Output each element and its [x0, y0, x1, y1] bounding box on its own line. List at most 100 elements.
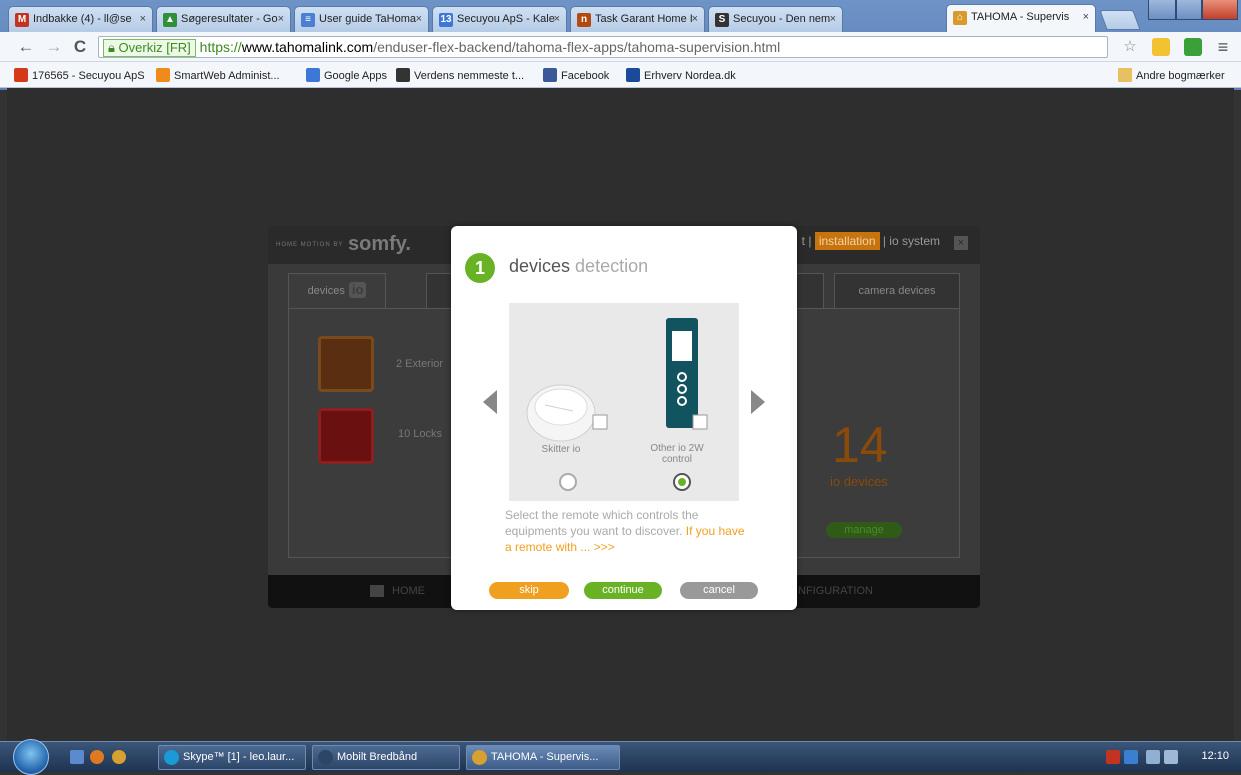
- address-bar[interactable]: 🔒︎ Overkiz [FR] https://www.tahomalink.c…: [98, 36, 1108, 58]
- tab-hidden-2[interactable]: [796, 273, 824, 308]
- close-icon[interactable]: ×: [140, 13, 146, 25]
- tab-secuyou[interactable]: S Secuyou - Den nem ×: [708, 6, 843, 32]
- taskbar-label: Skype™ [1] - leo.laur...: [183, 751, 295, 763]
- other-bookmarks-label: Andre bogmærker: [1136, 70, 1225, 82]
- dialog-instructions: Select the remote which controls the equ…: [505, 507, 745, 555]
- forward-button[interactable]: →: [44, 37, 64, 57]
- back-button[interactable]: ←: [16, 37, 36, 57]
- other-bookmarks[interactable]: Andre bogmærker: [1118, 68, 1225, 82]
- next-arrow-icon[interactable]: [751, 390, 765, 414]
- star-icon[interactable]: ☆: [1121, 38, 1139, 56]
- io-badge: io: [348, 282, 367, 298]
- firefox-icon[interactable]: [90, 750, 104, 764]
- footer-config-label[interactable]: NFIGURATION: [798, 585, 873, 597]
- skitter-device-icon: [526, 384, 608, 442]
- minimize-button[interactable]: [1148, 0, 1176, 20]
- bookmark-label: SmartWeb Administ...: [174, 70, 280, 82]
- window-close-button[interactable]: [1202, 0, 1238, 20]
- taskbar-label: Mobilt Bredbånd: [337, 751, 418, 763]
- tahoma-icon: ⌂: [953, 11, 967, 25]
- manage-button[interactable]: manage: [826, 522, 902, 538]
- tray-network-icon[interactable]: [1146, 750, 1160, 764]
- bookmark-facebook[interactable]: Facebook: [543, 68, 609, 82]
- footer-home-label[interactable]: HOME: [392, 585, 425, 597]
- bookmark-label: Verdens nemmeste t...: [414, 70, 525, 82]
- close-icon[interactable]: ×: [1083, 11, 1089, 23]
- extension-icon[interactable]: [1152, 38, 1170, 56]
- tab-gmail[interactable]: M Indbakke (4) - ll@se ×: [8, 6, 153, 32]
- nav-installation[interactable]: installation: [814, 232, 880, 250]
- tab-label: Indbakke (4) - ll@se: [33, 13, 132, 25]
- docs-icon: ≡: [301, 13, 315, 27]
- ssl-label: Overkiz [FR]: [118, 40, 191, 55]
- taskbar-label: TAHOMA - Supervis...: [491, 751, 599, 763]
- tray-flag-icon[interactable]: [1106, 750, 1120, 764]
- tray-app-icon[interactable]: [1124, 750, 1138, 764]
- lock-device-icon[interactable]: [318, 408, 374, 464]
- bookmark-verdens[interactable]: Verdens nemmeste t...: [396, 68, 524, 82]
- close-icon[interactable]: ×: [554, 13, 560, 25]
- tab-task-garant[interactable]: n Task Garant Home I ×: [570, 6, 705, 32]
- secuyou-icon: S: [715, 13, 729, 27]
- previous-arrow-icon[interactable]: [483, 390, 497, 414]
- folder-icon: [1118, 68, 1132, 82]
- continue-button[interactable]: continue: [584, 582, 662, 599]
- tab-search[interactable]: ▲ Søgeresultater - Go ×: [156, 6, 291, 32]
- app-nav: t | installation | io system: [801, 232, 940, 250]
- bookmark-nordea[interactable]: Erhverv Nordea.dk: [626, 68, 736, 82]
- show-desktop-icon[interactable]: [70, 750, 84, 764]
- option-skitter-radio[interactable]: [559, 473, 577, 491]
- exterior-device-label: 2 Exterior: [396, 358, 444, 370]
- cancel-button[interactable]: cancel: [680, 582, 758, 599]
- start-button[interactable]: [13, 739, 49, 775]
- chrome-quicklaunch-icon[interactable]: [112, 750, 126, 764]
- bookmark-secuyou[interactable]: 176565 - Secuyou ApS: [14, 68, 145, 82]
- tab-devices-io[interactable]: devices io: [288, 273, 386, 308]
- radio-selected-dot: [678, 478, 686, 486]
- maximize-button[interactable]: [1176, 0, 1202, 20]
- exterior-device-icon[interactable]: [318, 336, 374, 392]
- evernote-icon[interactable]: [1184, 38, 1202, 56]
- tab-camera-devices[interactable]: camera devices: [834, 273, 960, 308]
- close-icon[interactable]: ×: [278, 13, 284, 25]
- taskbar-skype[interactable]: Skype™ [1] - leo.laur...: [158, 745, 306, 770]
- nav-partial: t |: [801, 234, 812, 248]
- app-close-icon[interactable]: ×: [954, 236, 968, 250]
- io-device-count: 14: [832, 417, 888, 473]
- tab-tahoma[interactable]: ⌂ TAHOMA - Supervis ×: [946, 4, 1096, 32]
- skip-button[interactable]: skip: [489, 582, 569, 599]
- instruction-text: Select the remote which controls the equ…: [505, 508, 699, 538]
- lock-device-label: 10 Locks: [398, 428, 443, 440]
- taskbar-tahoma[interactable]: TAHOMA - Supervis...: [466, 745, 620, 770]
- system-clock[interactable]: 12:10: [1201, 750, 1229, 762]
- brand-tagline: HOME MOTION BY: [276, 242, 344, 248]
- bookmark-icon: [156, 68, 170, 82]
- io-device-count-label: io devices: [830, 474, 888, 489]
- reload-button[interactable]: C: [70, 37, 90, 57]
- tab-label: Task Garant Home I: [595, 13, 693, 25]
- taskbar-mobilt-bredbaand[interactable]: Mobilt Bredbånd: [312, 745, 460, 770]
- remote-options-panel: Skitter io Other io 2W control: [509, 303, 739, 501]
- tab-user-guide[interactable]: ≡ User guide TaHoma ×: [294, 6, 429, 32]
- network-icon: [318, 750, 333, 765]
- bookmark-smartweb[interactable]: SmartWeb Administ...: [156, 68, 280, 82]
- new-tab-button[interactable]: [1099, 10, 1141, 30]
- bookmark-label: 176565 - Secuyou ApS: [32, 70, 145, 82]
- tab-label: User guide TaHoma: [319, 13, 417, 25]
- option-other-io-radio[interactable]: [673, 473, 691, 491]
- close-icon[interactable]: ×: [692, 13, 698, 25]
- close-icon[interactable]: ×: [830, 13, 836, 25]
- bookmark-label: Google Apps: [324, 70, 387, 82]
- option-skitter-label: Skitter io: [541, 444, 581, 455]
- home-icon: [370, 585, 384, 597]
- ssl-badge[interactable]: 🔒︎ Overkiz [FR]: [103, 39, 196, 57]
- close-icon[interactable]: ×: [416, 13, 422, 25]
- tab-calendar[interactable]: 13 Secuyou ApS - Kale ×: [432, 6, 567, 32]
- nav-io-system[interactable]: | io system: [883, 234, 940, 248]
- url-path: /enduser-flex-backend/tahoma-flex-apps/t…: [373, 39, 781, 55]
- menu-icon[interactable]: ≡: [1214, 38, 1232, 56]
- tab-label: Secuyou ApS - Kale: [457, 13, 555, 25]
- bookmark-google-apps[interactable]: Google Apps: [306, 68, 387, 82]
- device-detection-dialog: 1 devices detection Skitter io Other io …: [451, 226, 797, 610]
- volume-icon[interactable]: [1164, 750, 1178, 764]
